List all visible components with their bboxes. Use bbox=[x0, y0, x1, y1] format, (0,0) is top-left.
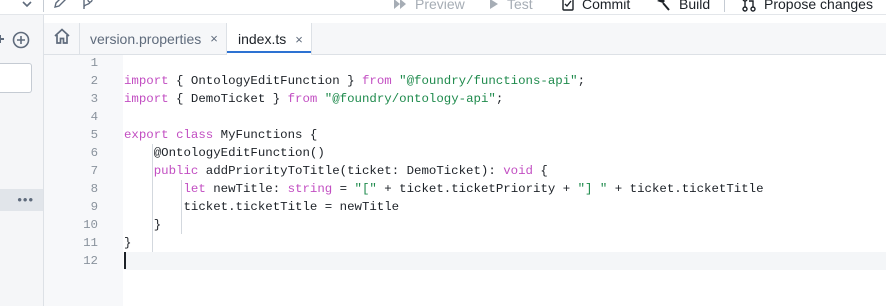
string-token: "@foundry/functions-api" bbox=[399, 74, 578, 88]
code-token: newTitle: bbox=[205, 182, 288, 196]
code-token: ticket.ticketTitle = newTitle bbox=[124, 200, 400, 214]
keyword-token: import bbox=[124, 92, 169, 106]
line-number: 3 bbox=[90, 92, 98, 106]
file-search-input[interactable] bbox=[0, 63, 32, 93]
test-label: Test bbox=[507, 0, 533, 12]
code-token: MyFunctions { bbox=[213, 128, 318, 142]
code-line[interactable]: import { DemoTicket } from "@foundry/ont… bbox=[124, 90, 503, 108]
add-folder-icon[interactable] bbox=[0, 31, 6, 52]
keyword-token: public bbox=[153, 164, 199, 178]
tab-version-properties[interactable]: version.properties × bbox=[79, 23, 227, 54]
keyword-token: from bbox=[361, 74, 392, 88]
keyword-token: from bbox=[287, 92, 318, 106]
text-cursor bbox=[124, 252, 126, 269]
code-token: } bbox=[124, 236, 132, 250]
commit-button[interactable]: Commit bbox=[562, 0, 630, 13]
close-icon[interactable]: × bbox=[295, 32, 303, 47]
code-token: } bbox=[124, 218, 162, 232]
code-token: + ticket.ticketPriority + bbox=[376, 182, 578, 196]
close-icon[interactable]: × bbox=[210, 31, 218, 46]
code-token: { OntologyEditFunction } bbox=[168, 74, 362, 88]
line-number: 10 bbox=[83, 218, 98, 232]
propose-changes-button[interactable]: Propose changes bbox=[742, 0, 873, 13]
branch-icon[interactable] bbox=[80, 0, 94, 14]
line-number: 1 bbox=[90, 56, 98, 70]
code-line[interactable]: import { OntologyEditFunction } from "@f… bbox=[124, 72, 585, 90]
line-number: 12 bbox=[83, 254, 98, 268]
code-line[interactable]: } bbox=[124, 234, 131, 252]
fast-forward-icon bbox=[393, 0, 407, 10]
code-line[interactable]: public addPriorityToTitle(ticket: DemoTi… bbox=[124, 162, 548, 180]
code-token: { DemoTicket } bbox=[168, 92, 288, 106]
chevron-down-icon[interactable] bbox=[22, 0, 32, 14]
keyword-token: import bbox=[124, 74, 169, 88]
string-token: "[" bbox=[354, 182, 377, 196]
code-line[interactable]: export class MyFunctions { bbox=[124, 126, 317, 144]
toolbar: Preview Test Commit Build Propose change… bbox=[0, 0, 886, 15]
divider bbox=[43, 0, 44, 12]
line-number: 5 bbox=[90, 128, 98, 142]
build-label: Build bbox=[679, 0, 711, 12]
code-token: @OntologyEditFunction() bbox=[124, 146, 325, 160]
code-line[interactable]: ticket.ticketTitle = newTitle bbox=[124, 198, 399, 216]
hammer-icon bbox=[655, 0, 671, 11]
test-button[interactable]: Test bbox=[489, 0, 533, 13]
line-number-gutter: 1 2 3 4 5 6 7 8 9 10 11 12 bbox=[44, 55, 123, 306]
keyword-token: string bbox=[287, 182, 333, 196]
line-number: 7 bbox=[90, 164, 98, 178]
editor-tabs: version.properties × index.ts × bbox=[44, 23, 886, 55]
code-token: + ticket.ticketTitle bbox=[607, 182, 764, 196]
code-token: = bbox=[332, 182, 355, 196]
keyword-token: class bbox=[176, 128, 214, 142]
code-editor[interactable]: 1 2 3 4 5 6 7 8 9 10 11 12 import { OntologyEditFun… bbox=[44, 55, 886, 306]
string-token: "] " bbox=[577, 182, 608, 196]
pencil-icon[interactable] bbox=[53, 0, 67, 14]
code-token: ; bbox=[577, 74, 586, 88]
tab-label: index.ts bbox=[238, 31, 287, 47]
left-panel: ••• bbox=[0, 15, 44, 306]
keyword-token: let bbox=[183, 182, 206, 196]
play-icon bbox=[489, 0, 499, 10]
add-circle-icon[interactable] bbox=[12, 31, 30, 54]
preview-button[interactable]: Preview bbox=[393, 0, 465, 13]
code-token: { bbox=[532, 164, 548, 178]
code-line[interactable]: let newTitle: string = "[" + ticket.tick… bbox=[124, 180, 764, 198]
tab-label: version.properties bbox=[90, 30, 202, 47]
file-tree-item[interactable]: ••• bbox=[0, 189, 43, 211]
code-line[interactable]: @OntologyEditFunction() bbox=[124, 144, 325, 162]
commit-icon bbox=[562, 0, 574, 11]
string-token: "@foundry/ontology-api" bbox=[324, 92, 496, 106]
line-number: 4 bbox=[90, 110, 98, 124]
divider bbox=[724, 0, 725, 12]
line-number: 6 bbox=[90, 146, 98, 160]
propose-changes-label: Propose changes bbox=[764, 0, 873, 12]
code-token: addPriorityToTitle(ticket: DemoTicket): bbox=[198, 164, 504, 178]
commit-label: Commit bbox=[582, 0, 631, 12]
line-number: 11 bbox=[83, 236, 98, 250]
pull-request-icon bbox=[742, 0, 756, 12]
preview-label: Preview bbox=[415, 0, 465, 12]
home-tab[interactable] bbox=[44, 23, 80, 54]
home-icon bbox=[53, 28, 71, 49]
keyword-token: void bbox=[503, 164, 533, 178]
code-token: ; bbox=[495, 92, 504, 106]
keyword-token: export bbox=[124, 128, 169, 142]
tab-index-ts[interactable]: index.ts × bbox=[227, 23, 312, 55]
code-line[interactable]: } bbox=[124, 216, 161, 234]
line-number: 8 bbox=[90, 182, 98, 196]
more-options-icon[interactable]: ••• bbox=[17, 193, 34, 207]
line-number: 2 bbox=[90, 74, 98, 88]
current-line-highlight bbox=[124, 252, 886, 270]
build-button[interactable]: Build bbox=[655, 0, 710, 13]
line-number: 9 bbox=[90, 200, 98, 214]
